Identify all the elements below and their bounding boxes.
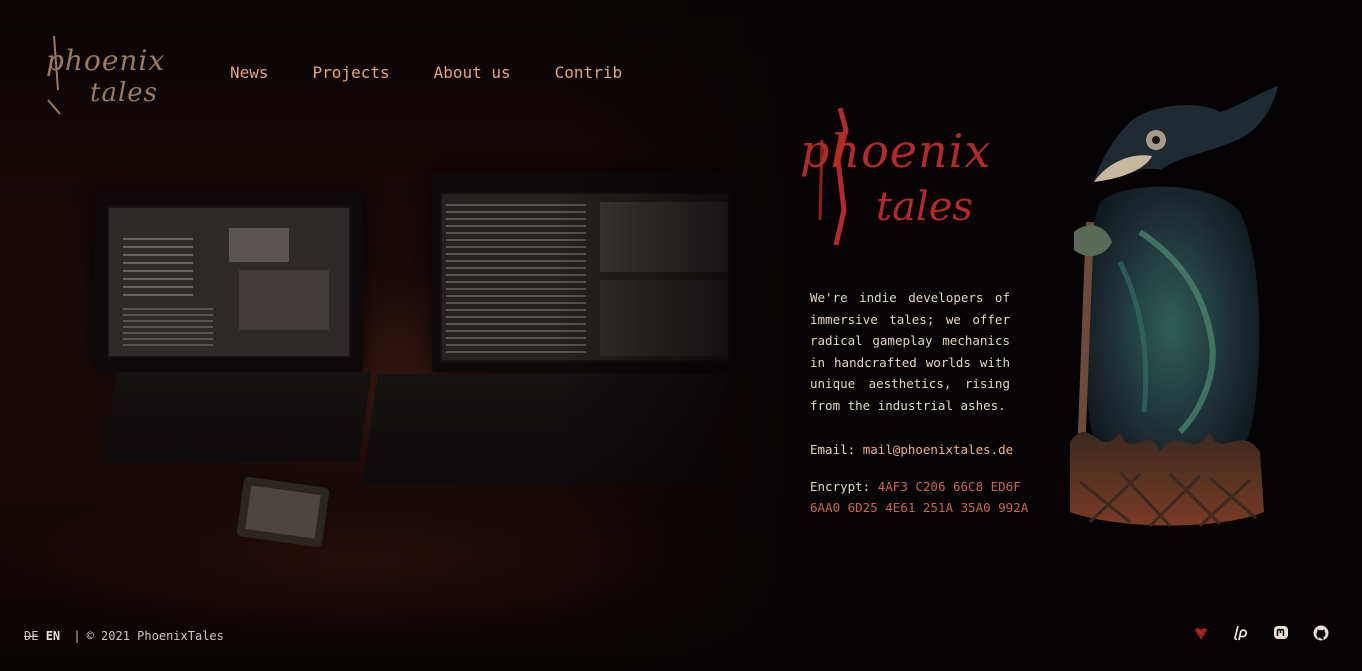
contact-email: Email: mail@phoenixtales.de <box>810 442 1013 457</box>
contact-encrypt: Encrypt: 4AF3 C206 66C8 ED6F 6AA0 6D25 4E… <box>810 476 1030 518</box>
laptop-left-screen <box>107 206 351 358</box>
logo-text-phoenix: phoenix <box>46 44 166 77</box>
encrypt-label: Encrypt: <box>810 479 871 494</box>
email-label: Email: <box>810 442 856 457</box>
lang-de-link[interactable]: DE <box>24 629 38 643</box>
email-link[interactable]: mail@phoenixtales.de <box>863 442 1014 457</box>
laptop-left <box>95 192 363 372</box>
lang-en-link[interactable]: EN <box>46 629 60 643</box>
hero-text-phoenix: phoenix <box>800 124 992 178</box>
background-fade <box>560 0 800 671</box>
mastodon-icon[interactable] <box>1272 624 1290 642</box>
footer-separator: | <box>73 629 81 643</box>
logo-text-tales: tales <box>90 78 158 108</box>
nav-projects[interactable]: Projects <box>313 63 390 82</box>
phone <box>236 476 330 548</box>
encrypt-key-part-1: 4AF3 C206 66C8 ED6F <box>877 479 1021 494</box>
copyright-text: © 2021 PhoenixTales <box>86 629 224 643</box>
nav-news[interactable]: News <box>230 63 269 82</box>
main-nav: News Projects About us Contrib <box>230 63 666 82</box>
liberapay-icon[interactable] <box>1232 624 1250 642</box>
hero-logo: phoenix tales <box>798 100 1013 250</box>
phoenix-figure-image <box>1060 82 1290 532</box>
phoenix-mark-icon[interactable] <box>1192 624 1210 642</box>
social-links <box>1192 624 1330 642</box>
nav-contrib[interactable]: Contrib <box>555 63 622 82</box>
encrypt-key-part-2: 6AA0 6D25 4E61 251A 35A0 992A <box>810 500 1029 515</box>
github-icon[interactable] <box>1312 624 1330 642</box>
footer: DE EN | © 2021 PhoenixTales <box>24 629 224 643</box>
nav-about-us[interactable]: About us <box>434 63 511 82</box>
laptop-left-keyboard <box>103 372 372 462</box>
intro-text: We're indie developers of immersive tale… <box>810 290 1010 413</box>
hero-text-tales: tales <box>876 184 973 230</box>
site-logo[interactable]: phoenix tales <box>40 30 170 120</box>
